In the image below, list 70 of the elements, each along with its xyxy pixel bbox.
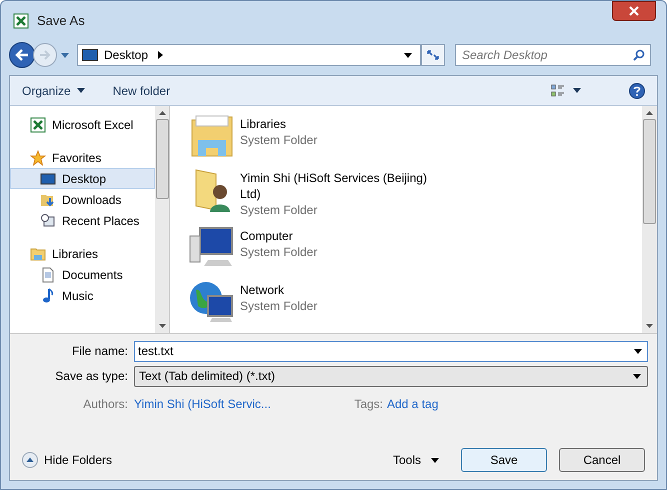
caret-icon [431, 458, 439, 462]
music-note-icon [40, 288, 56, 304]
file-type: System Folder [240, 298, 318, 314]
sidebar-item[interactable]: Recent Places [10, 210, 155, 231]
desktop-icon [40, 170, 56, 186]
window-title: Save As [37, 12, 85, 30]
tags-label: Tags: [353, 396, 384, 413]
address-bar[interactable]: Desktop [77, 44, 421, 66]
caret-icon [76, 88, 85, 93]
file-name-label: File name: [70, 343, 129, 360]
scrollbar[interactable] [642, 106, 657, 333]
dropdown-arrow-icon [633, 374, 641, 378]
cancel-button[interactable]: Cancel [559, 448, 645, 472]
scroll-up-icon [158, 111, 166, 115]
scrollbar[interactable] [155, 106, 170, 333]
star-icon [30, 150, 46, 166]
chevron-right-icon [158, 51, 164, 59]
scroll-thumb[interactable] [156, 119, 168, 199]
file-type: System Folder [240, 244, 318, 260]
refresh-arrows-icon [426, 49, 440, 61]
authors-link[interactable]: Yimin Shi (HiSoft Servic... [134, 395, 352, 413]
help-button[interactable] [629, 82, 645, 98]
sidebar-item[interactable]: Favorites [10, 147, 155, 168]
file-type: System Folder [240, 132, 318, 148]
organize-button[interactable]: Organize [22, 82, 85, 100]
refresh-button[interactable] [421, 44, 445, 66]
back-button[interactable] [9, 42, 35, 68]
forward-arrow-icon [39, 50, 51, 60]
back-arrow-icon [15, 49, 29, 61]
dropdown-arrow-icon[interactable] [404, 52, 412, 58]
authors-label: Authors: [82, 396, 129, 413]
caret-icon [573, 88, 581, 93]
sidebar-item[interactable]: Music [10, 285, 155, 306]
search-field[interactable]: Search Desktop [455, 44, 651, 66]
tools-button[interactable]: Tools [392, 451, 439, 469]
file-name[interactable]: Libraries [240, 116, 430, 132]
desktop-icon [82, 49, 98, 61]
add-tag-link[interactable]: Add a tag [387, 395, 438, 413]
library-folder-icon [30, 246, 46, 262]
address-location: Desktop [104, 47, 148, 64]
document-icon [40, 266, 56, 282]
sidebar-item[interactable]: Libraries [10, 243, 155, 264]
hide-folders-button[interactable]: Hide Folders [22, 451, 112, 469]
dropdown-arrow-icon[interactable] [634, 348, 642, 354]
scroll-down-icon [158, 324, 166, 328]
sidebar-item[interactable]: Microsoft Excel [10, 114, 155, 135]
new-folder-button[interactable]: New folder [112, 82, 170, 100]
save-as-type-dropdown[interactable]: Text (Tab delimited) (*.txt) [134, 366, 648, 386]
file-name[interactable]: Yimin Shi (HiSoft Services (Beijing) Ltd) [240, 170, 430, 202]
sidebar-item[interactable]: Downloads [10, 189, 155, 210]
close-icon [629, 6, 639, 16]
scroll-thumb[interactable] [643, 119, 656, 224]
search-icon [633, 49, 645, 61]
file-type: System Folder [240, 202, 318, 218]
excel-icon [13, 13, 29, 29]
scroll-down-icon [646, 324, 653, 328]
scroll-up-icon [646, 111, 653, 115]
file-name[interactable]: Network [240, 282, 430, 298]
collapse-up-icon [22, 452, 38, 468]
save-as-type-label: Save as type: [54, 368, 129, 385]
file-name-field[interactable]: test.txt [134, 340, 648, 362]
file-name[interactable]: Computer [240, 228, 430, 244]
view-list-icon [551, 84, 565, 98]
close-button[interactable] [612, 1, 656, 21]
sidebar-item[interactable]: Documents [10, 264, 155, 285]
recent-places-icon [40, 212, 56, 228]
view-options-button[interactable] [551, 84, 581, 98]
sidebar-item[interactable]: Desktop [10, 168, 155, 189]
excel-icon [30, 116, 46, 132]
save-button[interactable]: Save [461, 448, 547, 472]
